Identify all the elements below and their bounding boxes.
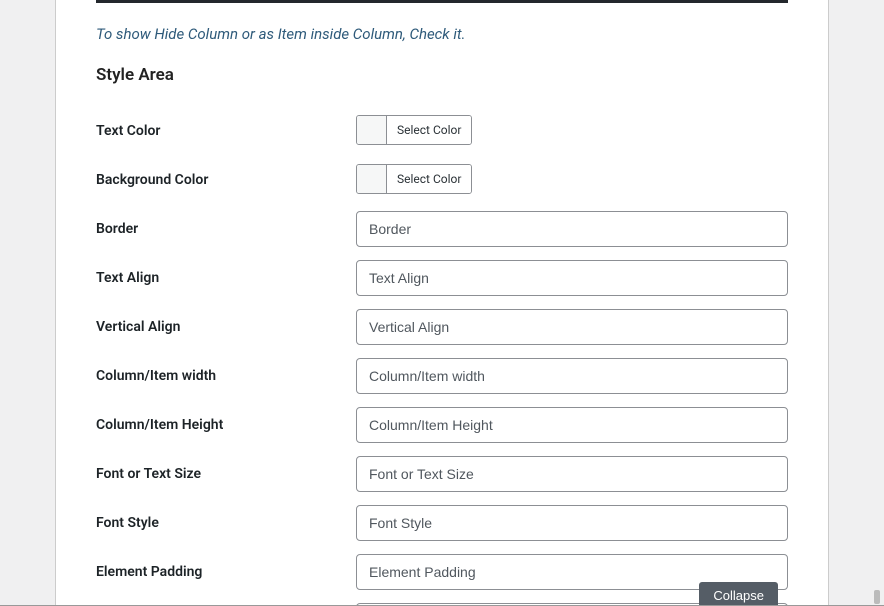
label-text-align: Text Align bbox=[96, 270, 356, 286]
row-text-color: Text Color Select Color bbox=[96, 113, 788, 149]
row-text-align: Text Align bbox=[96, 260, 788, 296]
label-padding: Element Padding bbox=[96, 564, 356, 580]
row-padding: Element Padding bbox=[96, 554, 788, 590]
label-height: Column/Item Height bbox=[96, 417, 356, 433]
row-height: Column/Item Height bbox=[96, 407, 788, 443]
label-font-size: Font or Text Size bbox=[96, 466, 356, 482]
label-border: Border bbox=[96, 221, 356, 237]
row-font-size: Font or Text Size bbox=[96, 456, 788, 492]
border-input[interactable] bbox=[356, 211, 788, 247]
height-input[interactable] bbox=[356, 407, 788, 443]
bg-color-picker[interactable]: Select Color bbox=[356, 164, 472, 194]
text-color-picker[interactable]: Select Color bbox=[356, 115, 472, 145]
font-size-input[interactable] bbox=[356, 456, 788, 492]
label-text-color: Text Color bbox=[96, 123, 356, 139]
label-bg-color: Background Color bbox=[96, 172, 356, 188]
bg-color-swatch bbox=[357, 165, 387, 193]
row-bg-color: Background Color Select Color bbox=[96, 162, 788, 198]
row-font-style: Font Style bbox=[96, 505, 788, 541]
bg-color-button-label: Select Color bbox=[387, 165, 471, 193]
row-width: Column/Item width bbox=[96, 358, 788, 394]
text-color-swatch bbox=[357, 116, 387, 144]
label-width: Column/Item width bbox=[96, 368, 356, 384]
scroll-handle[interactable] bbox=[874, 590, 880, 604]
label-vertical-align: Vertical Align bbox=[96, 319, 356, 335]
text-align-input[interactable] bbox=[356, 260, 788, 296]
panel-top-border bbox=[96, 0, 788, 3]
collapse-button[interactable]: Collapse bbox=[699, 582, 778, 605]
font-style-input[interactable] bbox=[356, 505, 788, 541]
row-border: Border bbox=[96, 211, 788, 247]
hint-text: To show Hide Column or as Item inside Co… bbox=[96, 25, 788, 43]
row-vertical-align: Vertical Align bbox=[96, 309, 788, 345]
section-title: Style Area bbox=[96, 65, 788, 85]
width-input[interactable] bbox=[356, 358, 788, 394]
style-panel: To show Hide Column or as Item inside Co… bbox=[55, 0, 829, 606]
vertical-align-input[interactable] bbox=[356, 309, 788, 345]
label-font-style: Font Style bbox=[96, 515, 356, 531]
text-color-button-label: Select Color bbox=[387, 116, 471, 144]
